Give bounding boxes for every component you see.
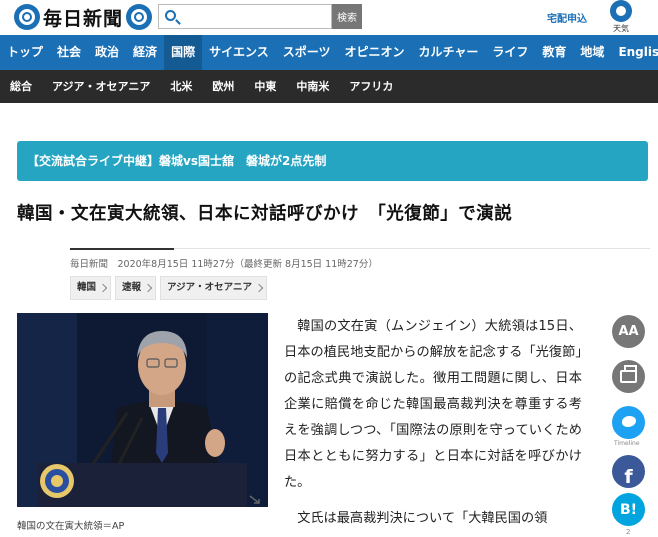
twitter-icon	[622, 416, 636, 427]
main-nav-item[interactable]: 地域	[573, 35, 611, 70]
article-headline: 韓国・文在寅大統領、日本に対話呼びかけ 「光復節」で演説	[17, 204, 513, 224]
article-meta: 毎日新聞 2020年8月15日 11時27分（最終更新 8月15日 11時27分…	[70, 259, 378, 270]
headline-divider-accent	[70, 248, 174, 250]
site-header: 毎日新聞 検索 宅配申込 天気	[0, 0, 658, 35]
main-nav-item[interactable]: スポーツ	[276, 35, 338, 70]
sub-nav-item[interactable]: 中南米	[286, 70, 339, 103]
main-nav-item[interactable]: トップ	[0, 35, 50, 70]
main-nav-item[interactable]: 政治	[88, 35, 126, 70]
main-nav-item[interactable]: 経済	[126, 35, 164, 70]
main-nav-item[interactable]: 社会	[50, 35, 88, 70]
sub-nav-item[interactable]: 欧州	[202, 70, 244, 103]
twitter-share-button[interactable]	[612, 406, 645, 439]
print-button[interactable]	[612, 360, 645, 393]
facebook-share-button[interactable]: f	[612, 455, 645, 488]
twitter-timeline-label: Timeline	[614, 440, 640, 447]
article-tag[interactable]: 韓国	[70, 276, 112, 300]
main-nav-item[interactable]: カルチャー	[412, 35, 486, 70]
search-button[interactable]: 検索	[332, 4, 362, 29]
article-tags: 韓国 速報 アジア・オセアニア	[70, 276, 267, 300]
main-nav-item[interactable]: オピニオン	[337, 35, 411, 70]
photo-caption: 韓国の文在寅大統領＝AP	[17, 521, 125, 532]
hatena-count: 2	[626, 528, 631, 536]
font-size-button[interactable]: AA	[612, 315, 645, 348]
main-nav: トップ 社会 政治 経済 国際 サイエンス スポーツ オピニオン カルチャー ライフ 教育 地域 Eng…	[0, 35, 658, 70]
main-nav-item[interactable]: ライフ	[485, 35, 535, 70]
site-logo[interactable]: 毎日新聞	[14, 3, 153, 31]
hatena-bookmark-button[interactable]: B!	[612, 493, 645, 526]
weather-label: 天気	[613, 24, 629, 33]
print-icon	[620, 365, 637, 383]
main-nav-item[interactable]: サイエンス	[202, 35, 276, 70]
sub-nav-item[interactable]: アジア・オセアニア	[42, 70, 160, 103]
main-nav-item[interactable]: 国際	[164, 35, 203, 70]
article-tag[interactable]: アジア・オセアニア	[160, 276, 267, 300]
logo-text: 毎日新聞	[43, 7, 124, 30]
article-body: 韓国の文在寅（ムンジェイン）大統領は15日、日本の植民地支配からの解放を記念する…	[284, 314, 582, 537]
search-input[interactable]	[183, 7, 328, 26]
article-tag[interactable]: 速報	[115, 276, 157, 300]
sub-nav-item[interactable]: 北米	[160, 70, 202, 103]
search-box[interactable]	[158, 4, 332, 29]
subscribe-link[interactable]: 宅配申込	[547, 10, 587, 25]
live-banner[interactable]: 【交流試合ライブ中継】磐城vs国士舘 磐城が2点先制	[17, 141, 648, 181]
weather-link[interactable]: 天気	[609, 0, 633, 34]
sub-nav-item[interactable]: 総合	[0, 70, 42, 103]
sub-nav-item[interactable]: アフリカ	[339, 70, 403, 103]
article-paragraph: 文氏は最高裁判決について「大韓民国の領	[297, 511, 548, 526]
sub-nav-item[interactable]: 中東	[244, 70, 286, 103]
logo-mark-icon	[14, 4, 40, 30]
logo-mark-icon	[126, 4, 153, 30]
main-nav-item[interactable]: 教育	[535, 35, 573, 70]
article-photo[interactable]	[17, 313, 268, 507]
expand-icon[interactable]	[248, 494, 262, 504]
sub-nav: 総合 アジア・オセアニア 北米 欧州 中東 中南米 アフリカ	[0, 70, 658, 103]
weather-icon	[610, 0, 632, 22]
article-paragraph: 韓国の文在寅（ムンジェイン）大統領は15日、日本の植民地支配からの解放を記念する…	[284, 319, 582, 490]
main-nav-item[interactable]: English	[611, 35, 658, 70]
search-icon	[165, 10, 176, 21]
president-photo-illustration	[17, 313, 268, 507]
